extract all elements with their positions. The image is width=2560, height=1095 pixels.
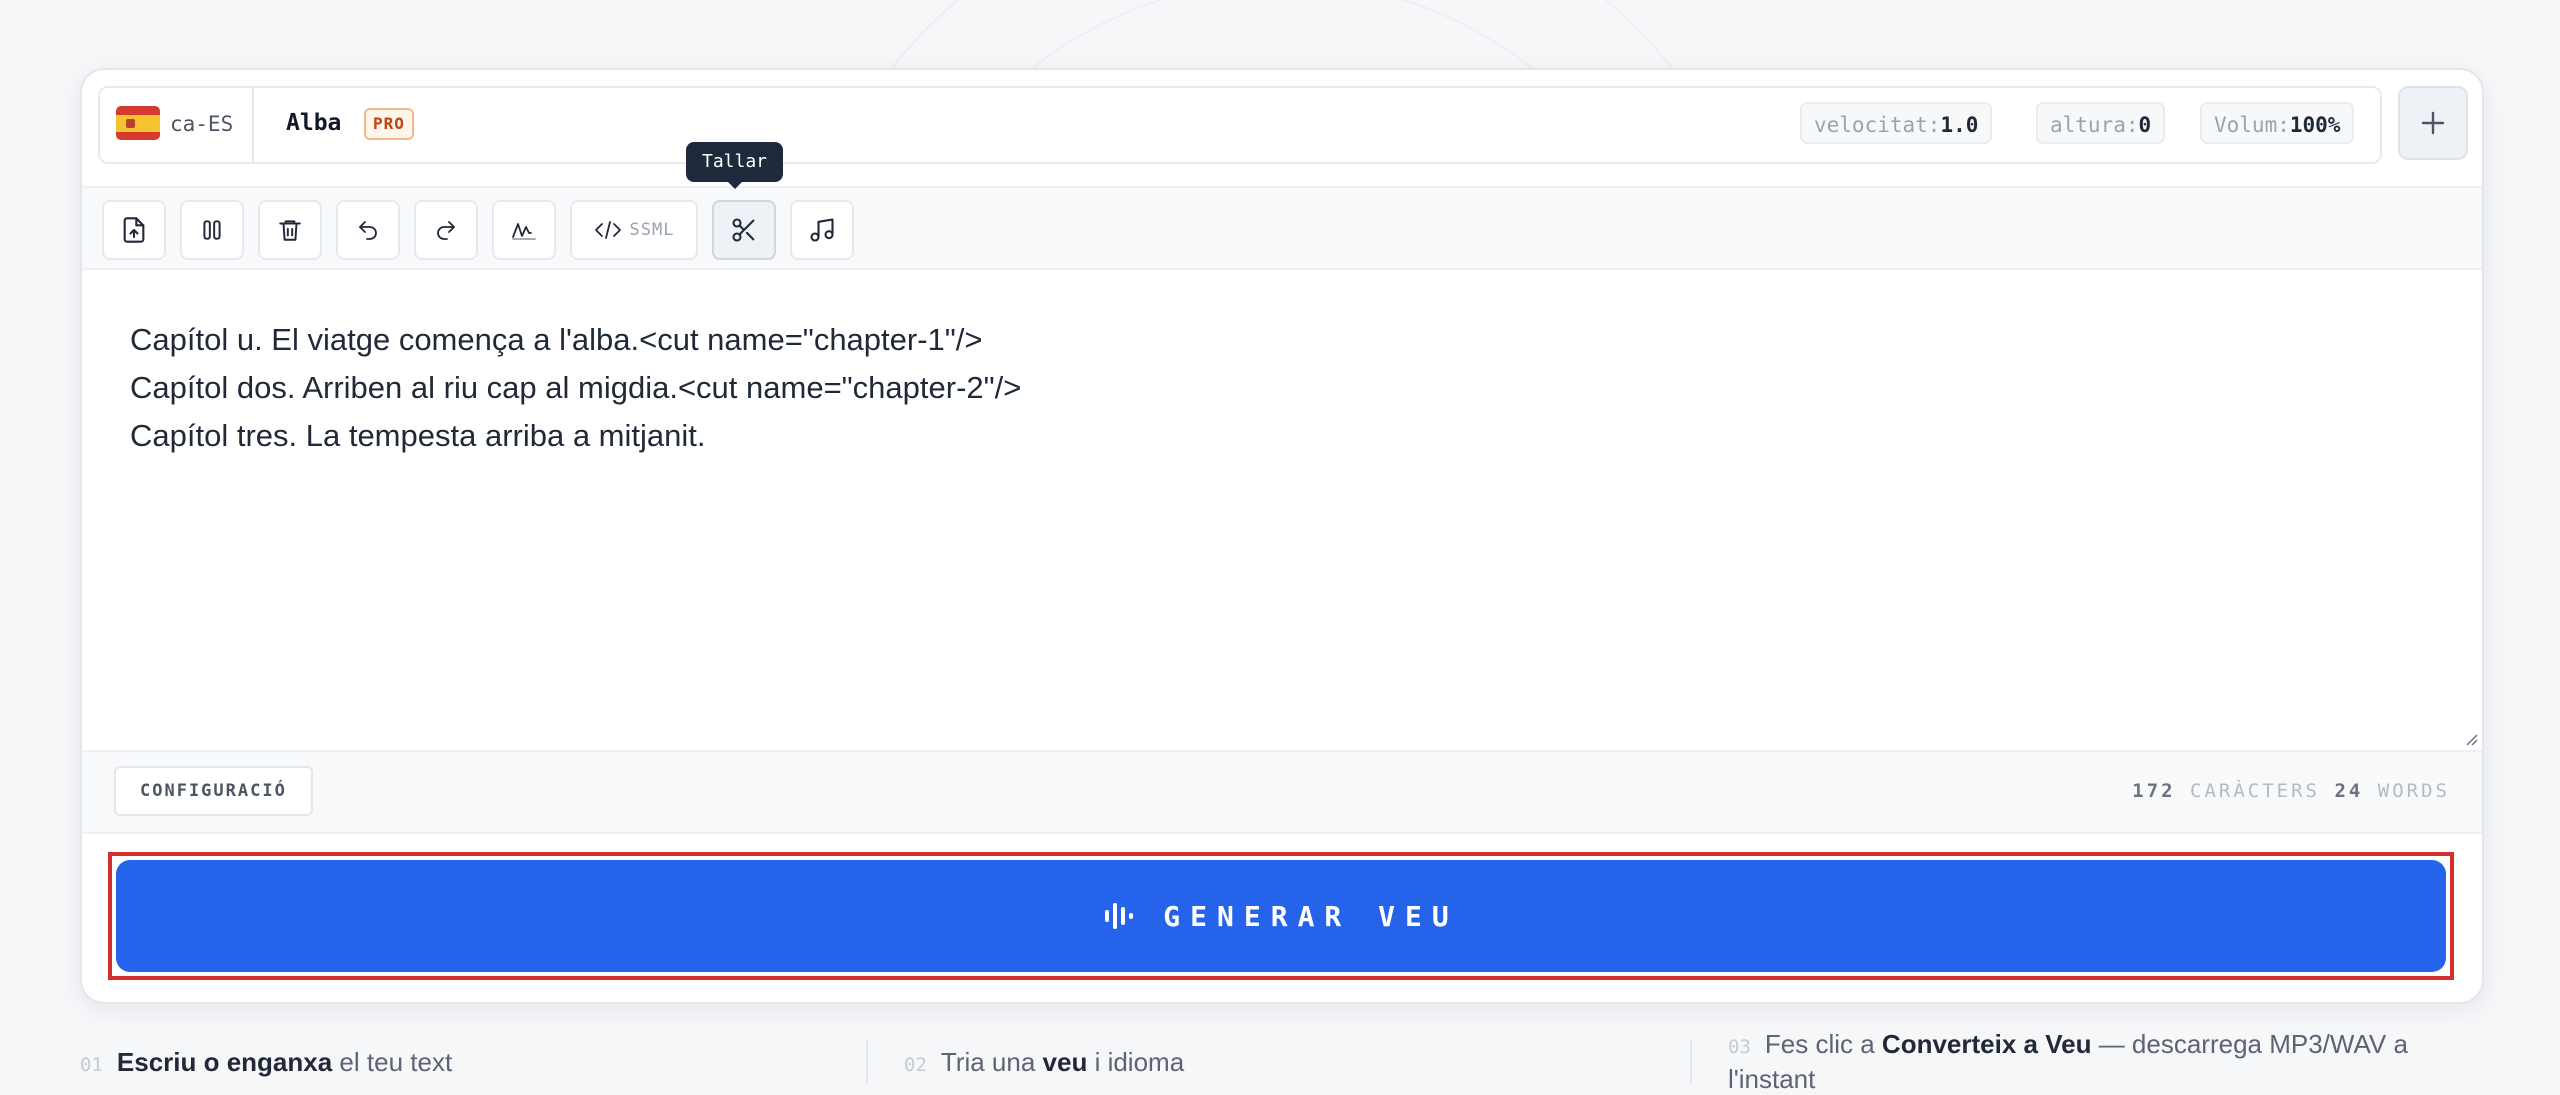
volume-value: 100% — [2289, 113, 2341, 137]
speed-param[interactable]: velocitat:1.0 — [1800, 102, 1993, 144]
speed-label: velocitat: — [1814, 113, 1941, 137]
scissors-icon — [732, 218, 755, 242]
pitch-label: altura: — [2050, 113, 2139, 137]
pitch-value: 0 — [2138, 113, 2152, 137]
editor-toolbar: SSML — [82, 186, 2482, 270]
speed-value: 1.0 — [1940, 113, 1979, 137]
upload-icon — [123, 217, 145, 243]
cut-tooltip: Tallar — [686, 142, 784, 189]
spain-flag-icon — [116, 106, 160, 140]
redo-button[interactable] — [414, 200, 478, 260]
volume-label: Volum: — [2214, 113, 2290, 137]
step-2: 02 Tria una veu i idioma — [904, 1046, 1184, 1081]
step-text: Tria una — [940, 1047, 1043, 1077]
editor-footer: CONFIGURACIÓ 172 CARÀCTERS 24 WORDS — [82, 752, 2482, 834]
step-bold: veu — [1042, 1047, 1088, 1077]
ssml-label: SSML — [629, 220, 675, 240]
step-3: 03 Fes clic a Converteix a Veu — descarre… — [1728, 1028, 2488, 1095]
code-icon — [594, 221, 621, 239]
add-voice-button[interactable] — [2398, 86, 2468, 160]
generate-label: GENERAR VEU — [1163, 899, 1459, 933]
config-button[interactable]: CONFIGURACIÓ — [114, 766, 313, 816]
step-1: 01 Escriu o enganxa el teu text — [80, 1046, 452, 1081]
editor-line: Capítol tres. La tempesta arriba a mitja… — [130, 418, 706, 453]
step-bold: Converteix a Veu — [1881, 1029, 2092, 1059]
generate-voice-button[interactable]: GENERAR VEU — [116, 860, 2446, 972]
locale-code: ca-ES — [170, 112, 234, 136]
pitch-param[interactable]: altura:0 — [2036, 102, 2166, 144]
step-number: 03 — [1728, 1036, 1751, 1058]
locale-selector[interactable]: ca-ES — [100, 88, 254, 162]
sound-wave-icon — [1105, 903, 1134, 929]
resize-grip-icon[interactable] — [2462, 730, 2478, 746]
pause-button[interactable] — [180, 200, 244, 260]
ssml-button[interactable]: SSML — [570, 200, 698, 260]
cut-button[interactable] — [712, 200, 776, 260]
music-button[interactable] — [790, 200, 854, 260]
waveform-icon — [512, 223, 536, 240]
music-note-icon — [810, 218, 834, 242]
text-counts: 172 CARÀCTERS 24 WORDS — [2132, 780, 2450, 802]
step-text: Fes clic a — [1764, 1029, 1882, 1059]
voice-selector-bar: ca-ES Alba PRO velocitat:1.0 altura:0 Vo… — [98, 86, 2382, 164]
step-divider — [1690, 1040, 1692, 1084]
pro-badge: PRO — [364, 108, 414, 140]
delete-button[interactable] — [258, 200, 322, 260]
step-text: el teu text — [332, 1047, 453, 1077]
editor-content[interactable]: Capítol u. El viatge comença a l'alba.<c… — [130, 316, 1021, 460]
redo-icon — [437, 221, 455, 240]
word-count: 24 — [2334, 780, 2364, 802]
step-number: 02 — [904, 1054, 927, 1076]
word-label: WORDS — [2377, 780, 2450, 802]
tts-editor-card: ca-ES Alba PRO velocitat:1.0 altura:0 Vo… — [80, 68, 2484, 1004]
step-divider — [866, 1040, 868, 1084]
voice-name[interactable]: Alba — [286, 110, 341, 136]
undo-button[interactable] — [336, 200, 400, 260]
volume-param[interactable]: Volum:100% — [2200, 102, 2355, 144]
editor-line: Capítol dos. Arriben al riu cap al migdi… — [130, 370, 1022, 405]
undo-icon — [359, 221, 377, 240]
plus-icon — [2421, 111, 2445, 135]
pause-icon — [203, 220, 221, 240]
step-text: i idioma — [1087, 1047, 1185, 1077]
char-label: CARÀCTERS — [2190, 780, 2320, 802]
editor-line: Capítol u. El viatge comença a l'alba.<c… — [130, 322, 983, 357]
step-number: 01 — [80, 1054, 103, 1076]
text-editor[interactable]: Capítol u. El viatge comença a l'alba.<c… — [82, 268, 2482, 752]
char-count: 172 — [2132, 780, 2176, 802]
upload-button[interactable] — [102, 200, 166, 260]
step-bold: Escriu o enganxa — [116, 1047, 333, 1077]
waveform-button[interactable] — [492, 200, 556, 260]
trash-icon — [279, 220, 301, 241]
generate-highlight: GENERAR VEU — [108, 852, 2454, 980]
